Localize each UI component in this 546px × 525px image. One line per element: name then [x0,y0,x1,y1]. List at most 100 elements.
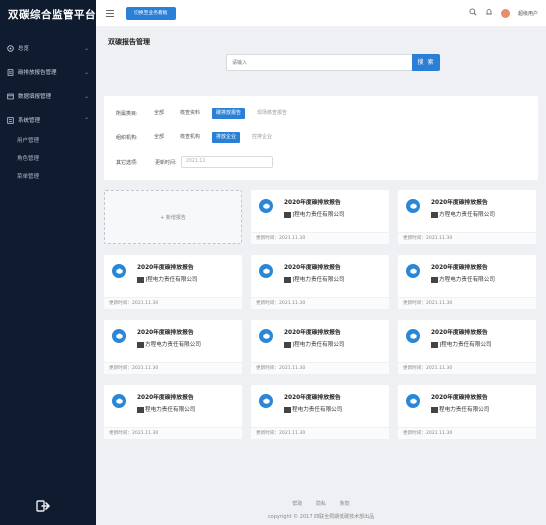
report-company: 程电力责任有限公司 [431,405,489,413]
report-card[interactable]: 2020年度碳排放报告]程电力责任有限公司 更新时间：2021.11.30 [251,320,389,374]
sidebar-item-system[interactable]: 系统管理 ⌃ [0,108,96,132]
report-icon [406,394,420,408]
add-report-card[interactable]: + 新增报告 [104,190,242,244]
date-input[interactable]: 2021.11 [180,156,273,168]
org-chip-emission-company[interactable]: 排放企业 [212,132,241,143]
search-icon[interactable] [469,8,477,18]
redaction-mark [284,406,291,413]
category-chip-emission-report[interactable]: 碳排放报告 [212,108,246,119]
report-title: 2020年度碳排放报告 [431,330,488,336]
report-updated-time: 更新时间：2021.11.30 [398,362,536,374]
org-chip-control-company[interactable]: 控排企业 [248,132,276,143]
sidebar-item-label: 系统管理 [18,118,41,124]
report-card[interactable]: 2020年度碳排放报告程电力责任有限公司更新时间：2021.11.30 [104,385,242,439]
company-name: 方程电力责任有限公司 [145,342,201,348]
menu-toggle-icon[interactable] [106,9,114,17]
sidebar-item-label: 总览 [18,46,30,52]
report-company: ]程电力责任有限公司 [284,340,345,348]
filter-row-org: 组织机构: 全部 核查机构 排放企业 控排企业 [116,132,284,143]
filter-label: 其它选项: [116,159,138,166]
sidebar-item-report-manage[interactable]: 碳排放报告管理 ⌄ [0,60,96,84]
report-company: ]程电力责任有限公司 [284,275,345,283]
sidebar: 双碳综合监管平台 总览 ⌄ 碳排放报告管理 ⌄ 数据填报管理 ⌄ 系统管理 ⌃ … [0,0,96,525]
footer-links: 帮助 隐私 条款 [96,500,546,507]
company-name: ]程电力责任有限公司 [145,277,198,283]
footer-link-privacy[interactable]: 隐私 [316,501,326,507]
org-chip-all[interactable]: 全部 [150,132,168,143]
report-title: 2020年度碳排放报告 [137,330,194,336]
report-company: 方程电力责任有限公司 [137,340,201,348]
sidebar-item-label: 数据填报管理 [18,94,52,100]
org-chip-verify-org[interactable]: 核查机构 [176,132,204,143]
report-icon [406,264,420,278]
category-chip-verify[interactable]: 核查资料 [176,108,204,119]
report-card[interactable]: 2020年度碳排放报告 程电力责任有限公司 更新时间：2021.11.30 [251,385,389,439]
report-title: 2020年度碳排放报告 [284,395,341,401]
add-report-label: + 新增报告 [160,214,186,221]
home-icon [7,44,14,52]
sidebar-item-data-fill[interactable]: 数据填报管理 ⌄ [0,84,96,108]
report-card[interactable]: 2020年度碳排放报告 方程电力责任有限公司 更新时间：2021.11.30 [398,190,536,244]
report-updated-time: 更新时间：2021.11.30 [104,427,242,439]
data-icon [7,93,14,100]
company-name: 方程电力责任有限公司 [439,277,495,283]
settings-icon [7,116,14,124]
redaction-mark [284,211,291,218]
avatar[interactable] [500,8,510,18]
report-card[interactable]: 2020年度碳排放报告 ]程电力责任有限公司更新时间：2021.11.30 [398,320,536,374]
redaction-mark [137,276,144,283]
page-title: 双碳报告管理 [108,38,150,46]
report-updated-time: 更新时间：2021.11.30 [104,362,242,374]
redaction-mark [431,341,438,348]
footer-link-help[interactable]: 帮助 [292,501,302,507]
report-updated-time: 更新时间：2021.11.30 [251,297,389,309]
company-name: 程电力责任有限公司 [439,407,490,413]
report-icon [259,199,273,213]
report-card[interactable]: 2020年度碳排放报告]程电力责任有限公司 更新时间：2021.11.30 [251,255,389,309]
report-company: ]程电力责任有限公司 [137,275,198,283]
report-icon [7,68,14,76]
report-title: 2020年度碳排放报告 [431,200,488,206]
report-icon [112,394,126,408]
user-name[interactable]: 超级用户 [518,10,538,17]
bell-icon[interactable] [485,8,493,18]
report-title: 2020年度碳排放报告 [284,200,341,206]
report-title: 2020年度碳排放报告 [431,395,488,401]
company-name: 程电力责任有限公司 [292,407,343,413]
sidebar-subitem-users[interactable]: 用户管理 [0,132,96,150]
report-card[interactable]: 2020年度碳排放报告 程电力责任有限公司 更新时间：2021.11.30 [398,385,536,439]
sidebar-subitem-roles[interactable]: 角色管理 [0,150,96,168]
report-card[interactable]: 2020年度碳排放报告方程电力责任有限公司更新时间：2021.11.30 [104,320,242,374]
search-input[interactable] [226,54,412,71]
report-title: 2020年度碳排放报告 [137,265,194,271]
search-button[interactable]: 搜 索 [412,54,440,71]
report-icon [259,329,273,343]
sidebar-subitem-menus[interactable]: 菜单管理 [0,168,96,186]
filter-label: 组织机构: [116,135,138,141]
category-chip-site-report[interactable]: 现场核查报告 [253,108,291,119]
footer-link-terms[interactable]: 条款 [340,501,350,507]
redaction-mark [284,276,291,283]
report-title: 2020年度碳排放报告 [137,395,194,401]
report-updated-time: 更新时间：2021.11.30 [398,297,536,309]
report-card[interactable]: 2020年度碳排放报告]程电力责任有限公司 更新时间：2021.11.30 [104,255,242,309]
main-content: 双碳报告管理 搜 索 所属类目: 全部 核查资料 碳排放报告 现场核查报告 组织… [96,26,546,525]
report-updated-time: 更新时间：2021.11.30 [251,232,389,244]
sidebar-item-label: 碳排放报告管理 [18,70,57,76]
chevron-down-icon: ⌄ [83,44,89,52]
company-name: ]程电力责任有限公司 [439,342,492,348]
chevron-up-icon: ⌃ [83,116,89,124]
report-title: 2020年度碳排放报告 [284,330,341,336]
report-card[interactable]: 2020年度碳排放报告]程电力责任有限公司 更新时间：2021.11.30 [251,190,389,244]
redaction-mark [137,341,144,348]
report-icon [259,264,273,278]
logout-icon[interactable] [36,499,50,513]
report-card[interactable]: 2020年度碳排放报告 方程电力责任有限公司 更新时间：2021.11.30 [398,255,536,309]
company-name: 方程电力责任有限公司 [439,212,495,218]
redaction-mark [137,406,144,413]
redaction-mark [431,406,438,413]
sidebar-item-overview[interactable]: 总览 ⌄ [0,36,96,60]
switch-dashboard-button[interactable]: 切换至业务看板 [126,6,176,20]
company-name: 程电力责任有限公司 [145,407,196,413]
category-chip-all[interactable]: 全部 [150,108,168,119]
